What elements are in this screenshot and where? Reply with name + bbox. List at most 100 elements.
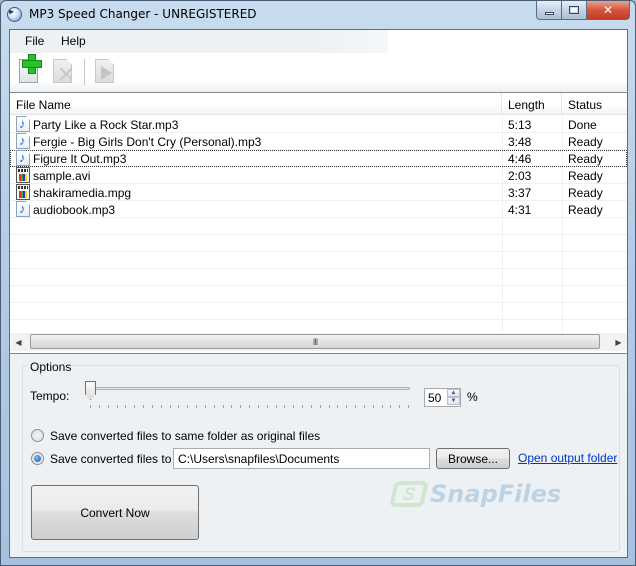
- status-cell: Ready: [568, 203, 603, 217]
- length-cell: 4:31: [508, 203, 532, 217]
- slider-tick: [346, 405, 348, 408]
- remove-icon: ✕: [57, 62, 76, 87]
- slider-tick: [310, 405, 312, 408]
- slider-tick: [249, 405, 250, 408]
- snapfiles-logo-icon: S: [389, 481, 429, 507]
- status-cell: Done: [568, 118, 597, 132]
- add-icon: [22, 54, 42, 74]
- slider-tick: [143, 405, 144, 408]
- slider-tick: [372, 405, 374, 408]
- length-cell: 3:37: [508, 186, 532, 200]
- menu-file[interactable]: File: [22, 34, 47, 48]
- table-row[interactable]: shakiramedia.mpg 3:37 Ready: [10, 184, 627, 201]
- slider-tick: [328, 405, 330, 408]
- client-area: File Help ✕ File Name Length Status ♪ Pa…: [9, 29, 628, 558]
- column-header-file-name[interactable]: File Name: [10, 93, 502, 115]
- slider-tick: [275, 405, 277, 408]
- slider-tick: [319, 405, 321, 408]
- horizontal-scrollbar[interactable]: ◀ III ▶: [10, 333, 627, 351]
- slider-tick: [240, 405, 242, 408]
- close-icon: ✕: [602, 3, 614, 17]
- output-path-input[interactable]: C:\Users\snapfiles\Documents: [173, 448, 430, 469]
- empty-row: [10, 269, 627, 286]
- open-output-folder-link[interactable]: Open output folder: [518, 451, 617, 465]
- status-cell: Ready: [568, 186, 603, 200]
- file-list[interactable]: File Name Length Status Party Like a Roc…: [10, 92, 627, 354]
- audio-file-icon: [16, 201, 30, 217]
- close-button[interactable]: ✕: [587, 1, 630, 20]
- convert-now-button[interactable]: Convert Now: [31, 485, 199, 540]
- slider-tick: [107, 405, 109, 408]
- slider-tick: [381, 405, 383, 408]
- slider-tick: [90, 405, 91, 408]
- status-cell: Ready: [568, 152, 603, 166]
- radio-same-folder-label[interactable]: Save converted files to same folder as o…: [50, 429, 320, 443]
- length-cell: 4:46: [508, 152, 532, 166]
- title-bar[interactable]: MP3 Speed Changer - UNREGISTERED ✕: [1, 1, 635, 29]
- slider-tick: [187, 405, 189, 408]
- tempo-unit: %: [467, 390, 478, 404]
- toolbar-separator: [84, 59, 85, 85]
- slider-tick: [160, 405, 162, 408]
- slider-tick: [204, 405, 206, 408]
- column-header-length[interactable]: Length: [502, 93, 562, 115]
- tempo-spinbox[interactable]: 50 ▲ ▼: [424, 388, 461, 407]
- table-row[interactable]: audiobook.mp3 4:31 Ready: [10, 201, 627, 218]
- slider-tick: [363, 405, 365, 408]
- table-row[interactable]: Fergie - Big Girls Don't Cry (Personal).…: [10, 133, 627, 150]
- maximize-button[interactable]: [562, 1, 587, 20]
- slider-tick: [213, 405, 215, 408]
- empty-row: [10, 218, 627, 235]
- menu-bar: File Help: [10, 30, 388, 53]
- empty-row: [10, 303, 627, 320]
- slider-tick: [116, 405, 118, 408]
- slider-tick: [399, 405, 401, 408]
- scroll-right-arrow-icon[interactable]: ▶: [610, 333, 627, 351]
- empty-row: [10, 252, 627, 269]
- options-legend: Options: [28, 360, 74, 374]
- snapfiles-watermark: S SnapFiles: [389, 478, 561, 510]
- tempo-value[interactable]: 50: [428, 391, 441, 405]
- slider-tick: [390, 405, 392, 408]
- window-title: MP3 Speed Changer - UNREGISTERED: [29, 7, 257, 21]
- slider-tick: [178, 405, 180, 408]
- slider-tick: [222, 405, 224, 408]
- audio-file-icon: [16, 116, 30, 132]
- spin-down-icon[interactable]: ▼: [447, 397, 460, 405]
- slider-tick: [98, 405, 100, 408]
- caption-buttons: ✕: [536, 1, 630, 20]
- slider-tick: [355, 405, 356, 408]
- slider-tick: [337, 405, 339, 408]
- length-cell: 2:03: [508, 169, 532, 183]
- video-file-icon: [16, 184, 30, 200]
- tempo-slider-ticks: [90, 405, 410, 409]
- table-row[interactable]: sample.avi 2:03 Ready: [10, 167, 627, 184]
- browse-button[interactable]: Browse...: [436, 448, 510, 469]
- file-name-cell: shakiramedia.mpg: [33, 186, 132, 200]
- scroll-left-arrow-icon[interactable]: ◀: [10, 333, 27, 351]
- slider-tick: [302, 405, 303, 408]
- minimize-button[interactable]: [536, 1, 562, 20]
- tempo-slider-track[interactable]: [90, 387, 410, 390]
- minimize-icon: [544, 11, 554, 15]
- menu-help[interactable]: Help: [58, 34, 89, 48]
- empty-row: [10, 235, 627, 252]
- radio-custom-folder-label[interactable]: Save converted files to: [50, 452, 171, 466]
- toolbar: ✕: [10, 53, 627, 90]
- table-row[interactable]: Party Like a Rock Star.mp3 5:13 Done: [10, 116, 627, 133]
- play-icon: [101, 66, 112, 80]
- radio-custom-folder[interactable]: [31, 452, 44, 465]
- spin-up-icon[interactable]: ▲: [447, 389, 460, 397]
- slider-tick: [293, 405, 295, 408]
- convert-now-label: Convert Now: [80, 505, 150, 520]
- radio-same-folder[interactable]: [31, 429, 44, 442]
- table-row[interactable]: Figure It Out.mp3 4:46 Ready: [10, 150, 627, 167]
- file-name-cell: audiobook.mp3: [33, 203, 116, 217]
- remove-file-button[interactable]: ✕: [48, 56, 78, 86]
- empty-row: [10, 286, 627, 303]
- play-button[interactable]: [90, 56, 120, 86]
- add-file-button[interactable]: [14, 54, 44, 86]
- column-header-status[interactable]: Status: [562, 93, 627, 115]
- slider-tick: [151, 405, 153, 408]
- scroll-thumb[interactable]: III: [30, 334, 600, 349]
